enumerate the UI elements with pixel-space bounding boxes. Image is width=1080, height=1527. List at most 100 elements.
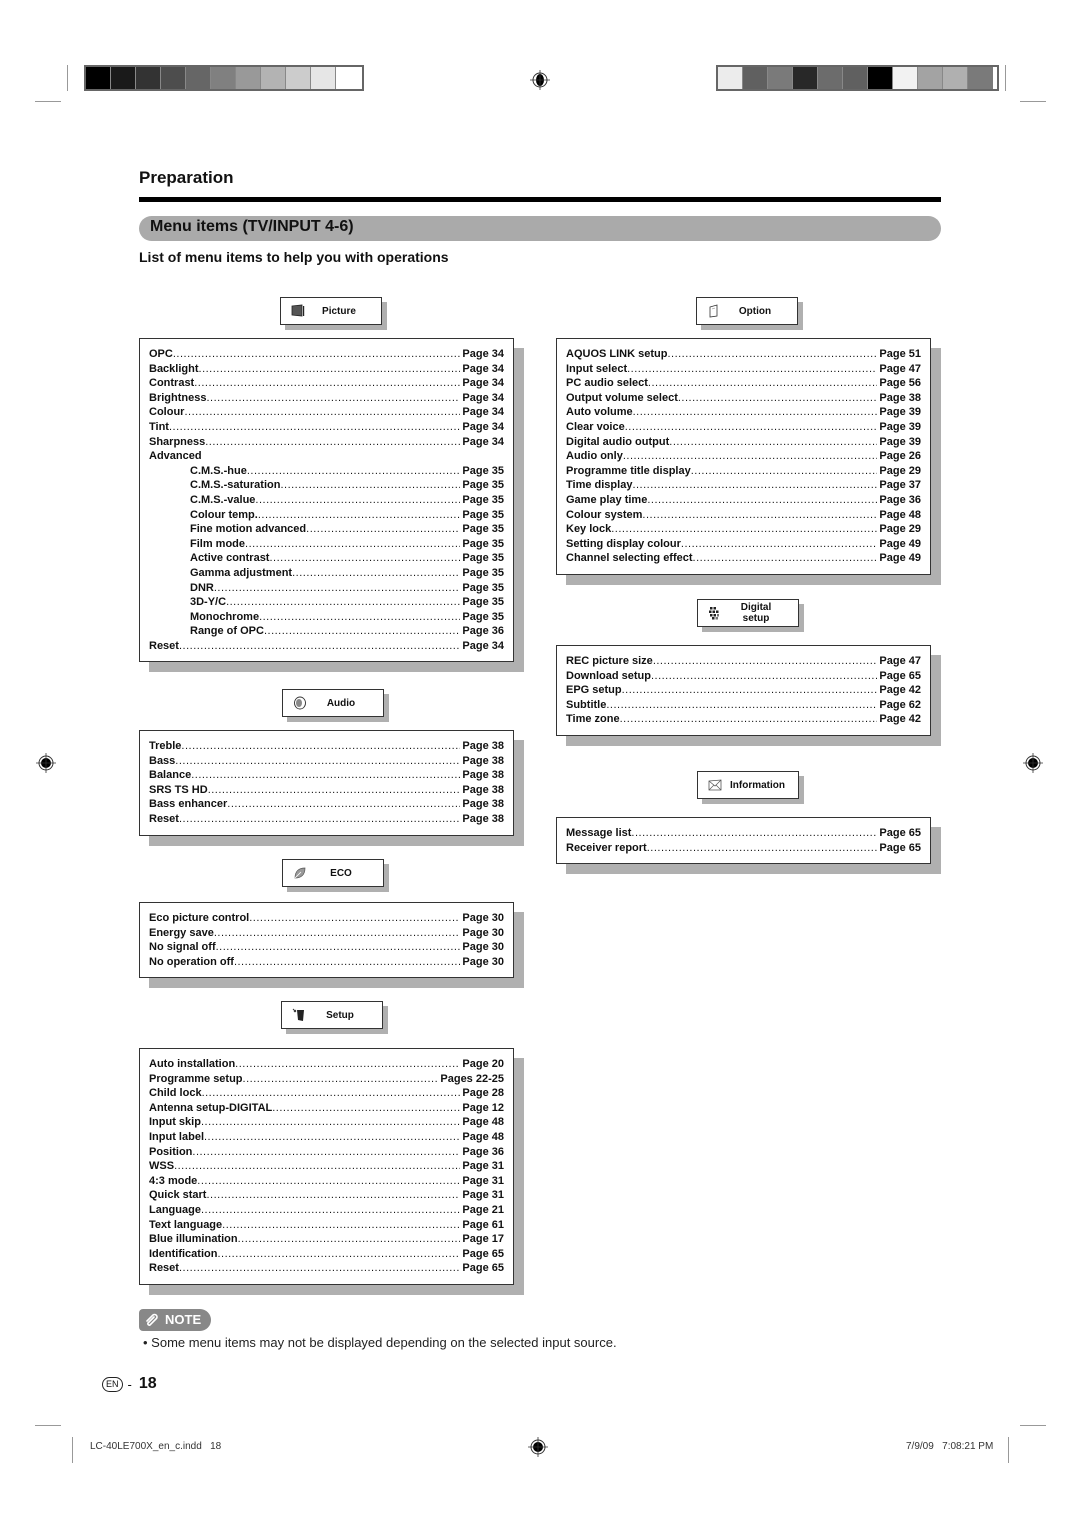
- dot-leader: [205, 435, 460, 450]
- footer-datetime: 7/9/09 7:08:21 PM: [906, 1441, 994, 1452]
- menu-item-row: Balance Page 38: [149, 768, 504, 783]
- dot-leader: [647, 493, 877, 508]
- color-bar-right-swatch: [868, 67, 893, 89]
- menu-item-page: Page 34: [462, 435, 504, 448]
- menu-item-page: Page 37: [879, 479, 921, 492]
- list-box-frame: AQUOS LINK setup Page 51 Input select Page …: [556, 338, 931, 575]
- crop-mark: [35, 1425, 61, 1426]
- dot-leader: [174, 1159, 460, 1174]
- menu-item-row: Input select Page 47: [566, 362, 921, 377]
- menu-item-label: SRS TS HD: [149, 783, 208, 796]
- eco-tab: ECO: [282, 859, 389, 892]
- dot-leader: [258, 508, 461, 523]
- menu-item-row: Position Page 36: [149, 1145, 504, 1160]
- menu-item-page: Page 65: [462, 1247, 504, 1260]
- dot-leader: [202, 1086, 461, 1101]
- menu-item-row: C.M.S.-hue Page 35: [149, 464, 504, 479]
- menu-item-row: Subtitle Page 62: [566, 698, 921, 713]
- menu-item-label: Colour temp.: [190, 508, 258, 521]
- crop-mark: [67, 65, 68, 91]
- color-bar-left-swatch: [286, 67, 311, 89]
- dot-leader: [280, 478, 460, 493]
- menu-item-row: Auto installation Page 20: [149, 1057, 504, 1072]
- note-text: • Some menu items may not be displayed d…: [143, 1335, 617, 1350]
- menu-item-page: Page 47: [879, 655, 921, 667]
- menu-item-row: C.M.S.-value Page 35: [149, 493, 504, 508]
- menu-item-label: Digital audio output: [566, 435, 670, 448]
- dot-leader: [234, 955, 460, 970]
- tab-box: Option: [696, 297, 798, 325]
- menu-item-row: 3D-Y/C Page 35: [149, 595, 504, 610]
- menu-item-page: Page 49: [879, 552, 921, 565]
- menu-item-label: Auto volume: [566, 406, 633, 419]
- menu-item-row: Antenna setup-DIGITAL Page 12: [149, 1101, 504, 1116]
- menu-item-page: Page 38: [462, 740, 504, 752]
- menu-item-label: OPC: [149, 348, 173, 360]
- menu-item-label: Blue illumination: [149, 1233, 238, 1246]
- page-number-value: 18: [138, 1375, 157, 1392]
- dot-leader: [653, 654, 878, 669]
- dot-leader: [272, 1101, 460, 1116]
- dot-leader: [633, 405, 878, 420]
- menu-item-label: Colour system: [566, 508, 643, 521]
- dot-leader: [631, 826, 877, 841]
- menu-item-label: Bass enhancer: [149, 798, 228, 811]
- menu-item-page: Page 62: [879, 698, 921, 711]
- dot-leader: [169, 420, 460, 435]
- menu-item-row: Auto volume Page 39: [566, 405, 921, 420]
- dot-leader: [222, 1218, 460, 1233]
- menu-item-row: Receiver report Page 65: [566, 841, 921, 856]
- dot-leader: [292, 566, 460, 581]
- menu-item-row: Film mode Page 35: [149, 537, 504, 552]
- menu-item-page: Page 38: [462, 769, 504, 782]
- list-box-frame: REC picture size Page 47 Download setup Pag…: [556, 645, 931, 736]
- crop-mark: [1005, 65, 1006, 91]
- digital-grid-icon: [708, 606, 722, 620]
- menu-item-page: Page 30: [462, 941, 504, 954]
- color-bar-right: [716, 65, 999, 91]
- dot-leader: [179, 1261, 460, 1276]
- dot-leader: [247, 464, 461, 479]
- list-box-frame: OPC Page 34 Backlight Page 34 Contrast Page 3…: [139, 338, 514, 663]
- dot-leader: [197, 1174, 460, 1189]
- crop-mark: [1020, 1425, 1046, 1426]
- menu-item-page: Page 38: [879, 391, 921, 404]
- dot-leader: [179, 812, 460, 827]
- heading-rule: [139, 197, 941, 202]
- menu-item-row: Child lock Page 28: [149, 1086, 504, 1101]
- menu-item-row: Clear voice Page 39: [566, 420, 921, 435]
- tab-box: Picture: [280, 297, 382, 325]
- menu-item-page: Page 65: [879, 841, 921, 854]
- menu-item-page: Page 39: [879, 406, 921, 419]
- page-subtitle: List of menu items to help you with oper…: [139, 249, 449, 265]
- menu-item-page: Page 35: [462, 479, 504, 492]
- menu-item-row: Tint Page 34: [149, 420, 504, 435]
- color-bar-left-swatch: [236, 67, 261, 89]
- menu-item-page: Page 29: [879, 523, 921, 536]
- menu-item-label: 4:3 mode: [149, 1174, 198, 1187]
- menu-item-row: Key lock Page 29: [566, 522, 921, 537]
- menu-item-page: Page 36: [462, 625, 504, 638]
- dot-leader: [243, 1072, 439, 1087]
- menu-item-row: WSS Page 31: [149, 1159, 504, 1174]
- menu-item-label: C.M.S.-hue: [190, 464, 247, 477]
- menu-item-page: Page 34: [462, 377, 504, 390]
- leaf-icon: [293, 866, 307, 880]
- menu-item-row: OPC Page 34: [149, 347, 504, 362]
- menu-item-row: REC picture size Page 47: [566, 654, 921, 669]
- menu-item-row: Eco picture control Page 30: [149, 911, 504, 926]
- color-bar-left-swatch: [86, 67, 111, 89]
- tab-label: Digital setup: [740, 602, 772, 624]
- option-icon: [707, 304, 721, 318]
- note-badge: NOTE: [139, 1309, 211, 1331]
- dot-leader: [667, 347, 877, 362]
- menu-item-label: 3D-Y/C: [190, 596, 227, 609]
- menu-item-row: Contrast Page 34: [149, 376, 504, 391]
- menu-item-page: Page 39: [879, 420, 921, 433]
- color-bar-left-swatch: [161, 67, 186, 89]
- setup-tab: Setup: [281, 1001, 388, 1034]
- dot-leader: [235, 1057, 460, 1072]
- dot-leader: [611, 522, 877, 537]
- speaker-icon: [293, 696, 307, 710]
- page-title: Menu items (TV/INPUT 4-6): [150, 218, 354, 235]
